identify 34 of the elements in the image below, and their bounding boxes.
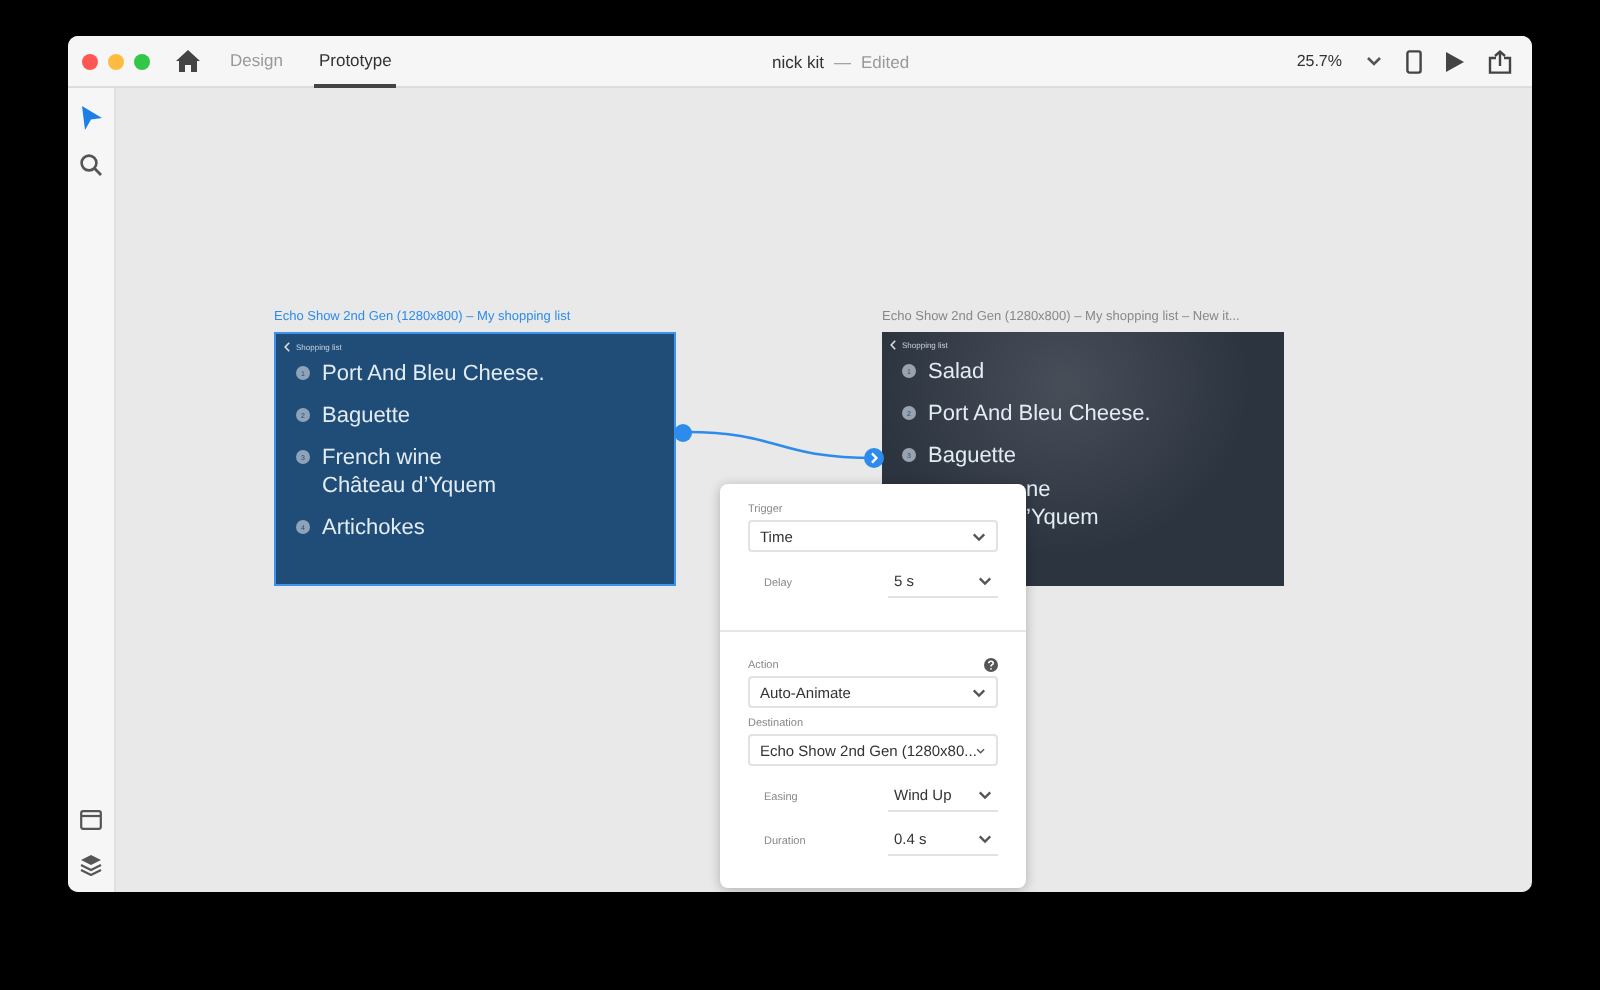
chevron-down-icon[interactable] [1366, 56, 1382, 66]
list-item-text: Port And Bleu Cheese. [322, 360, 545, 388]
play-icon[interactable] [1446, 51, 1464, 71]
chevron-down-icon [972, 531, 986, 541]
list-item-text: Salad [928, 358, 985, 386]
list-item-text: Artichokes [322, 514, 425, 542]
pointer-icon[interactable] [81, 106, 101, 130]
list-item-text: Port And Bleu Cheese. [928, 400, 1151, 428]
share-icon[interactable] [1488, 49, 1512, 73]
zoom-value[interactable]: 25.7% [1296, 52, 1342, 70]
connector-handle-icon[interactable] [674, 424, 692, 442]
document-title: nick kit [772, 52, 824, 72]
help-icon[interactable] [984, 658, 998, 672]
close-button[interactable] [82, 53, 98, 69]
list-item-text: Baguette [928, 442, 1017, 470]
search-icon[interactable] [80, 154, 102, 176]
chevron-down-icon [976, 745, 986, 755]
list-item-text: ne ’Yquem [1026, 476, 1099, 532]
chevron-right-icon[interactable] [864, 448, 884, 468]
document-status: Edited [860, 52, 910, 72]
chevron-down-icon [978, 790, 992, 800]
chevron-down-icon [972, 687, 986, 697]
chevron-down-icon [978, 576, 992, 586]
title-separator: — [833, 52, 851, 72]
chevron-down-icon [978, 834, 992, 844]
back-chevron-icon [890, 340, 896, 350]
layers-icon[interactable] [80, 854, 102, 876]
home-icon[interactable] [176, 50, 200, 72]
list-item-text: French wine Château d’Yquem [322, 444, 497, 500]
mode-tab[interactable]: Prototype [314, 35, 396, 87]
window-icon[interactable] [80, 810, 102, 830]
phone-icon[interactable] [1406, 49, 1422, 73]
back-chevron-icon [284, 342, 290, 352]
list-item-text: Baguette [322, 402, 411, 430]
